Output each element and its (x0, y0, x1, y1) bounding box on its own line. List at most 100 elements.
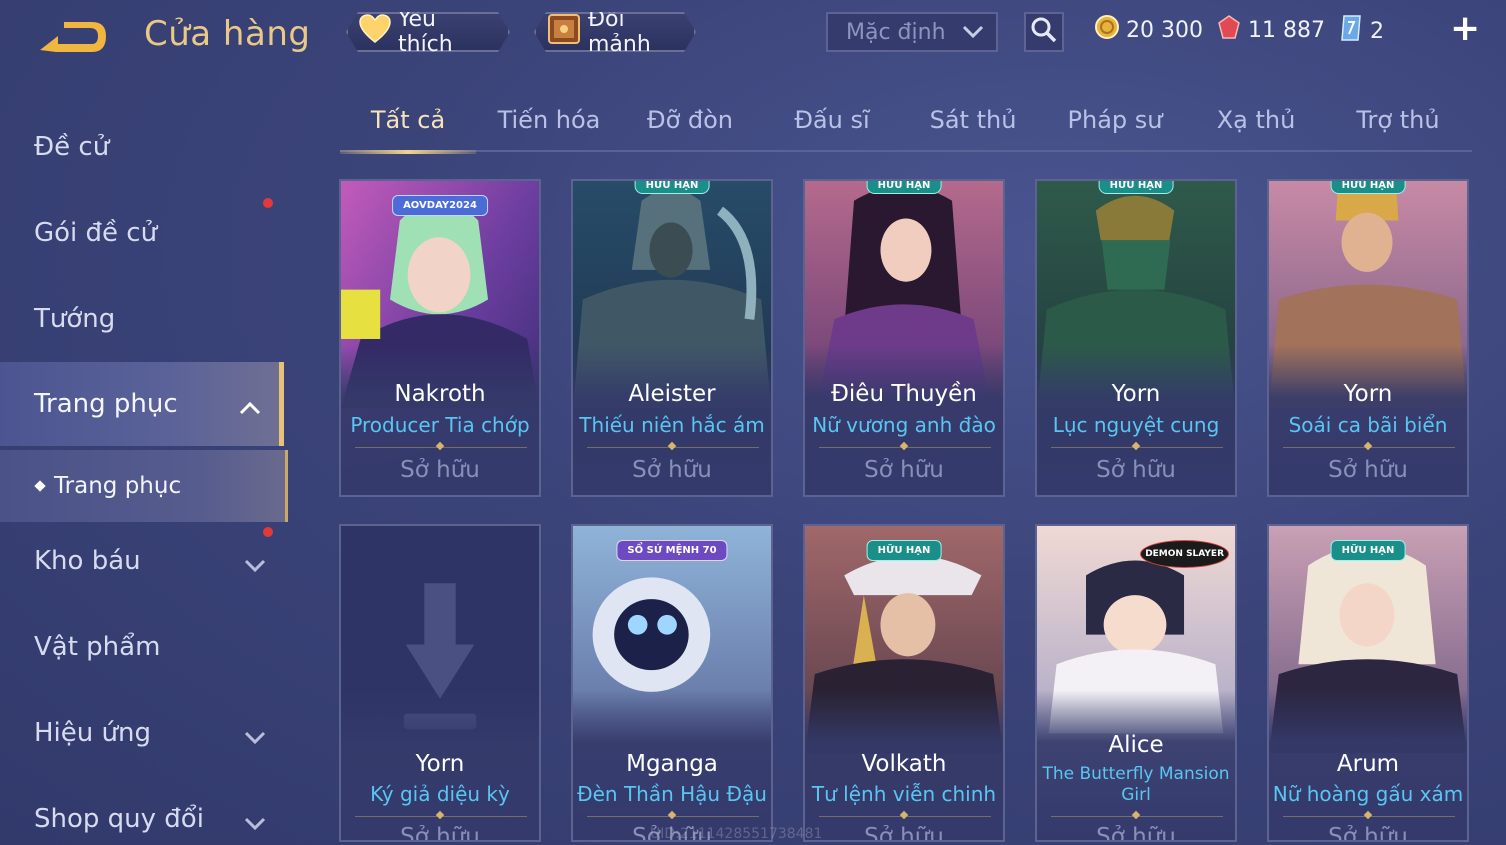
owned-status: Sở hữu (632, 457, 712, 483)
gold-coin-icon (1094, 14, 1120, 46)
top-bar: Cửa hàng Yêu thích Đổi mảnh Mặc định 20 … (0, 0, 1506, 70)
event-badge: AOVDAY2024 (392, 195, 488, 216)
limited-badge: HỮU HẠN (634, 181, 710, 194)
back-arrow-icon[interactable] (34, 16, 110, 58)
skin-name: The Butterfly Mansion Girl (1042, 764, 1230, 805)
skin-card[interactable]: DEMON SLAYER Alice The Butterfly Mansion… (1035, 524, 1237, 842)
diamond-bullet-icon (34, 480, 46, 492)
sidebar-item-label: Kho báu (34, 546, 141, 576)
skin-name: Lục nguyệt cung (1052, 413, 1220, 437)
skin-card[interactable]: AOVDAY2024 Nakroth Producer Tia chớp Sở … (339, 179, 541, 497)
owned-status: Sở hữu (1096, 824, 1176, 842)
skin-card[interactable]: HỮU HẠN Yorn Lục nguyệt cung Sở hữu (1035, 179, 1237, 497)
skin-name: Producer Tia chớp (350, 413, 530, 437)
hero-name: Arum (1336, 751, 1400, 777)
add-currency-button[interactable]: + (1450, 11, 1480, 47)
sidebar-item-items[interactable]: Vật phẩm (0, 612, 284, 682)
hero-name: Nakroth (394, 381, 486, 407)
sidebar-item-heroes[interactable]: Tướng (0, 284, 284, 354)
sidebar-item-label: Đề cử (34, 132, 110, 162)
sidebar-subitem-skins[interactable]: Trang phục (0, 450, 288, 522)
hero-name: Yorn (415, 751, 465, 777)
tab-support[interactable]: Trợ thủ (1330, 106, 1466, 150)
hero-name: Mganga (626, 751, 718, 777)
owned-status: Sở hữu (400, 824, 480, 842)
gold-amount: 20 300 (1126, 17, 1203, 43)
skin-card[interactable]: Yorn Ký giả diệu kỳ Sở hữu (339, 524, 541, 842)
ticket-amount: 2 (1370, 18, 1384, 44)
sidebar-item-label: Gói đề cử (34, 218, 158, 248)
sidebar-item-label: Shop quy đổi (34, 804, 204, 834)
sidebar-item-recommended[interactable]: Đề cử (0, 112, 284, 182)
sidebar-item-label: Hiệu ứng (34, 718, 151, 748)
ruby-amount: 11 887 (1248, 17, 1325, 43)
card-divider (1051, 816, 1223, 817)
tab-fighter[interactable]: Đấu sĩ (764, 106, 900, 150)
sort-dropdown[interactable]: Mặc định (826, 12, 998, 52)
tab-tank[interactable]: Đỡ đòn (622, 106, 758, 150)
card-divider (1283, 447, 1455, 448)
limited-badge: HỮU HẠN (1330, 181, 1406, 194)
sidebar-item-skins[interactable]: Trang phục (0, 362, 284, 446)
card-divider (1051, 447, 1223, 448)
sidebar-item-label: Trang phục (34, 389, 178, 419)
sidebar-item-effects[interactable]: Hiệu ứng (0, 698, 284, 768)
limited-badge: HỮU HẠN (866, 181, 942, 194)
hero-name: Điêu Thuyền (831, 381, 977, 407)
tab-marksman[interactable]: Xạ thủ (1188, 106, 1324, 150)
card-divider (587, 447, 759, 448)
sidebar-item-label: Vật phẩm (34, 632, 161, 662)
skin-card[interactable]: HỮU HẠN Arum Nữ hoàng gấu xám Sở hữu (1267, 524, 1469, 842)
hero-name: Alice (1108, 732, 1164, 758)
owned-status: Sở hữu (1328, 457, 1408, 483)
owned-status: Sở hữu (1328, 824, 1408, 842)
chevron-down-icon (244, 550, 266, 580)
ticket-balance: 2 (1338, 14, 1384, 48)
shard-label: Đổi mảnh (588, 7, 651, 57)
card-divider (355, 816, 527, 817)
favorite-label: Yêu thích (398, 7, 453, 57)
skin-name: Soái ca bãi biển (1288, 413, 1448, 437)
skin-card[interactable]: SỔ SỨ MỆNH 70 Mganga Đèn Thần Hậu Đậu Sở… (571, 524, 773, 842)
ticket-icon (1338, 14, 1364, 48)
skin-card[interactable]: HỮU HẠN Volkath Tư lệnh viễn chinh Sở hữ… (803, 524, 1005, 842)
tab-evolution[interactable]: Tiến hóa (481, 106, 617, 150)
sidebar-item-exchange-shop[interactable]: Shop quy đổi (0, 784, 284, 845)
chevron-up-icon (239, 392, 261, 422)
search-icon (1030, 16, 1058, 48)
ruby-icon (1216, 14, 1242, 46)
card-divider (355, 447, 527, 448)
sidebar-item-recommended-packs[interactable]: Gói đề cử (0, 198, 284, 268)
category-tabs: Tất cả Tiến hóa Đỡ đòn Đấu sĩ Sát thủ Ph… (340, 96, 1472, 154)
sidebar: Đề cử Gói đề cử Tướng Trang phục Trang p… (0, 100, 288, 845)
sidebar-item-treasure[interactable]: Kho báu (0, 526, 284, 596)
heart-icon (358, 14, 392, 50)
skin-card[interactable]: HỮU HẠN Điêu Thuyền Nữ vương anh đào Sở … (803, 179, 1005, 497)
chevron-down-icon (244, 808, 266, 838)
tab-assassin[interactable]: Sát thủ (905, 106, 1041, 150)
skin-card[interactable]: HỮU HẠN Aleister Thiếu niên hắc ám Sở hữ… (571, 179, 773, 497)
card-divider (1283, 816, 1455, 817)
sort-value: Mặc định (846, 19, 946, 45)
favorite-button[interactable]: Yêu thích (346, 12, 510, 52)
owned-status: Sở hữu (864, 824, 944, 842)
search-button[interactable] (1024, 12, 1064, 52)
skin-card[interactable]: HỮU HẠN Yorn Soái ca bãi biển Sở hữu (1267, 179, 1469, 497)
skin-name: Tư lệnh viễn chinh (811, 782, 997, 806)
chevron-down-icon (962, 20, 984, 45)
tab-mage[interactable]: Pháp sư (1047, 106, 1183, 150)
chest-icon (546, 12, 582, 52)
shard-exchange-button[interactable]: Đổi mảnh (534, 12, 696, 52)
limited-badge: HỮU HẠN (1098, 181, 1174, 194)
page-title: Cửa hàng (144, 14, 311, 54)
tab-all[interactable]: Tất cả (340, 106, 476, 154)
hero-name: Yorn (1343, 381, 1393, 407)
limited-badge: HỮU HẠN (1330, 540, 1406, 561)
sidebar-item-label: Tướng (34, 304, 116, 334)
collab-badge: DEMON SLAYER (1140, 540, 1229, 568)
card-divider (819, 816, 991, 817)
owned-status: Sở hữu (864, 457, 944, 483)
battle-pass-badge: SỔ SỨ MỆNH 70 (616, 540, 728, 561)
hero-name: Volkath (861, 751, 947, 777)
card-divider (587, 816, 759, 817)
